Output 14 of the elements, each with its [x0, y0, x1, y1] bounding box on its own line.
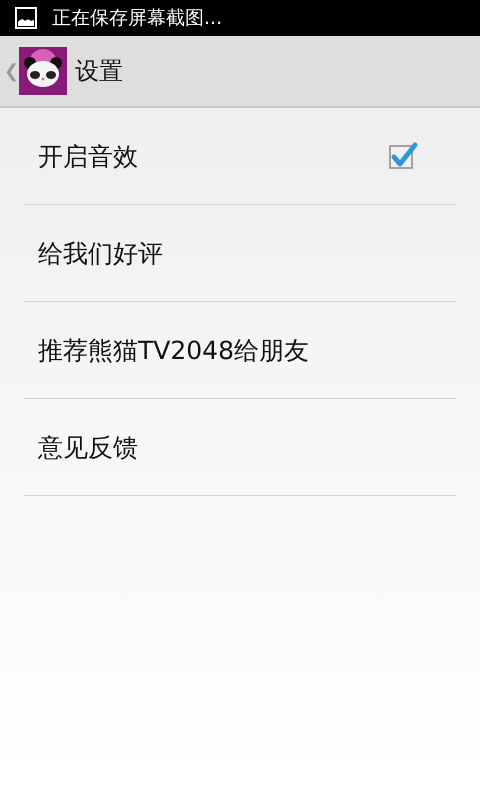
- back-chevron: ❮: [4, 60, 19, 82]
- item-label: 意见反馈: [38, 432, 138, 464]
- settings-item[interactable]: 推荐熊猫TV2048给朋友: [24, 302, 456, 399]
- screen-title: 设置: [75, 56, 123, 87]
- item-label: 开启音效: [38, 140, 138, 172]
- settings-item[interactable]: 给我们好评: [24, 205, 456, 302]
- image-icon: [14, 6, 38, 30]
- notification-text: 正在保存屏幕截图...: [52, 6, 222, 31]
- panda-icon: [19, 47, 67, 95]
- checkbox[interactable]: [388, 141, 418, 171]
- settings-item[interactable]: 开启音效: [24, 108, 456, 205]
- item-label: 给我们好评: [38, 238, 163, 270]
- settings-item[interactable]: 意见反馈: [24, 399, 456, 496]
- item-label: 推荐熊猫TV2048给朋友: [38, 334, 309, 366]
